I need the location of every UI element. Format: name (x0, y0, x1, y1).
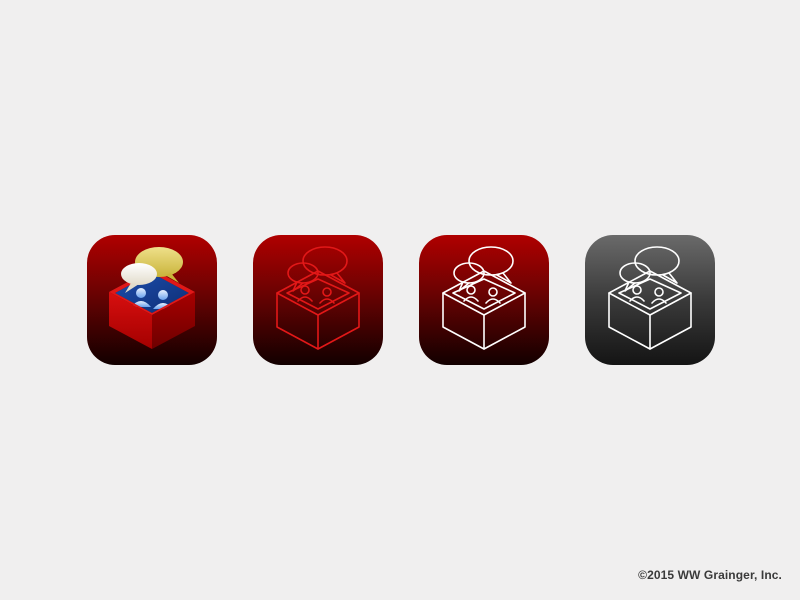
chat-box-outline-red-icon (276, 246, 360, 350)
chat-box-color-icon (109, 247, 195, 349)
app-icon-full-color[interactable] (87, 235, 217, 365)
icon-showcase: ©2015 WW Grainger, Inc. (0, 0, 800, 600)
chat-box-outline-white-icon (608, 246, 692, 350)
chat-box-outline-white-icon (442, 246, 526, 350)
app-icon-red-outline[interactable] (253, 235, 383, 365)
app-icon-white-outline-gray[interactable] (585, 235, 715, 365)
app-icon-white-outline-red[interactable] (419, 235, 549, 365)
copyright-text: ©2015 WW Grainger, Inc. (638, 568, 782, 582)
